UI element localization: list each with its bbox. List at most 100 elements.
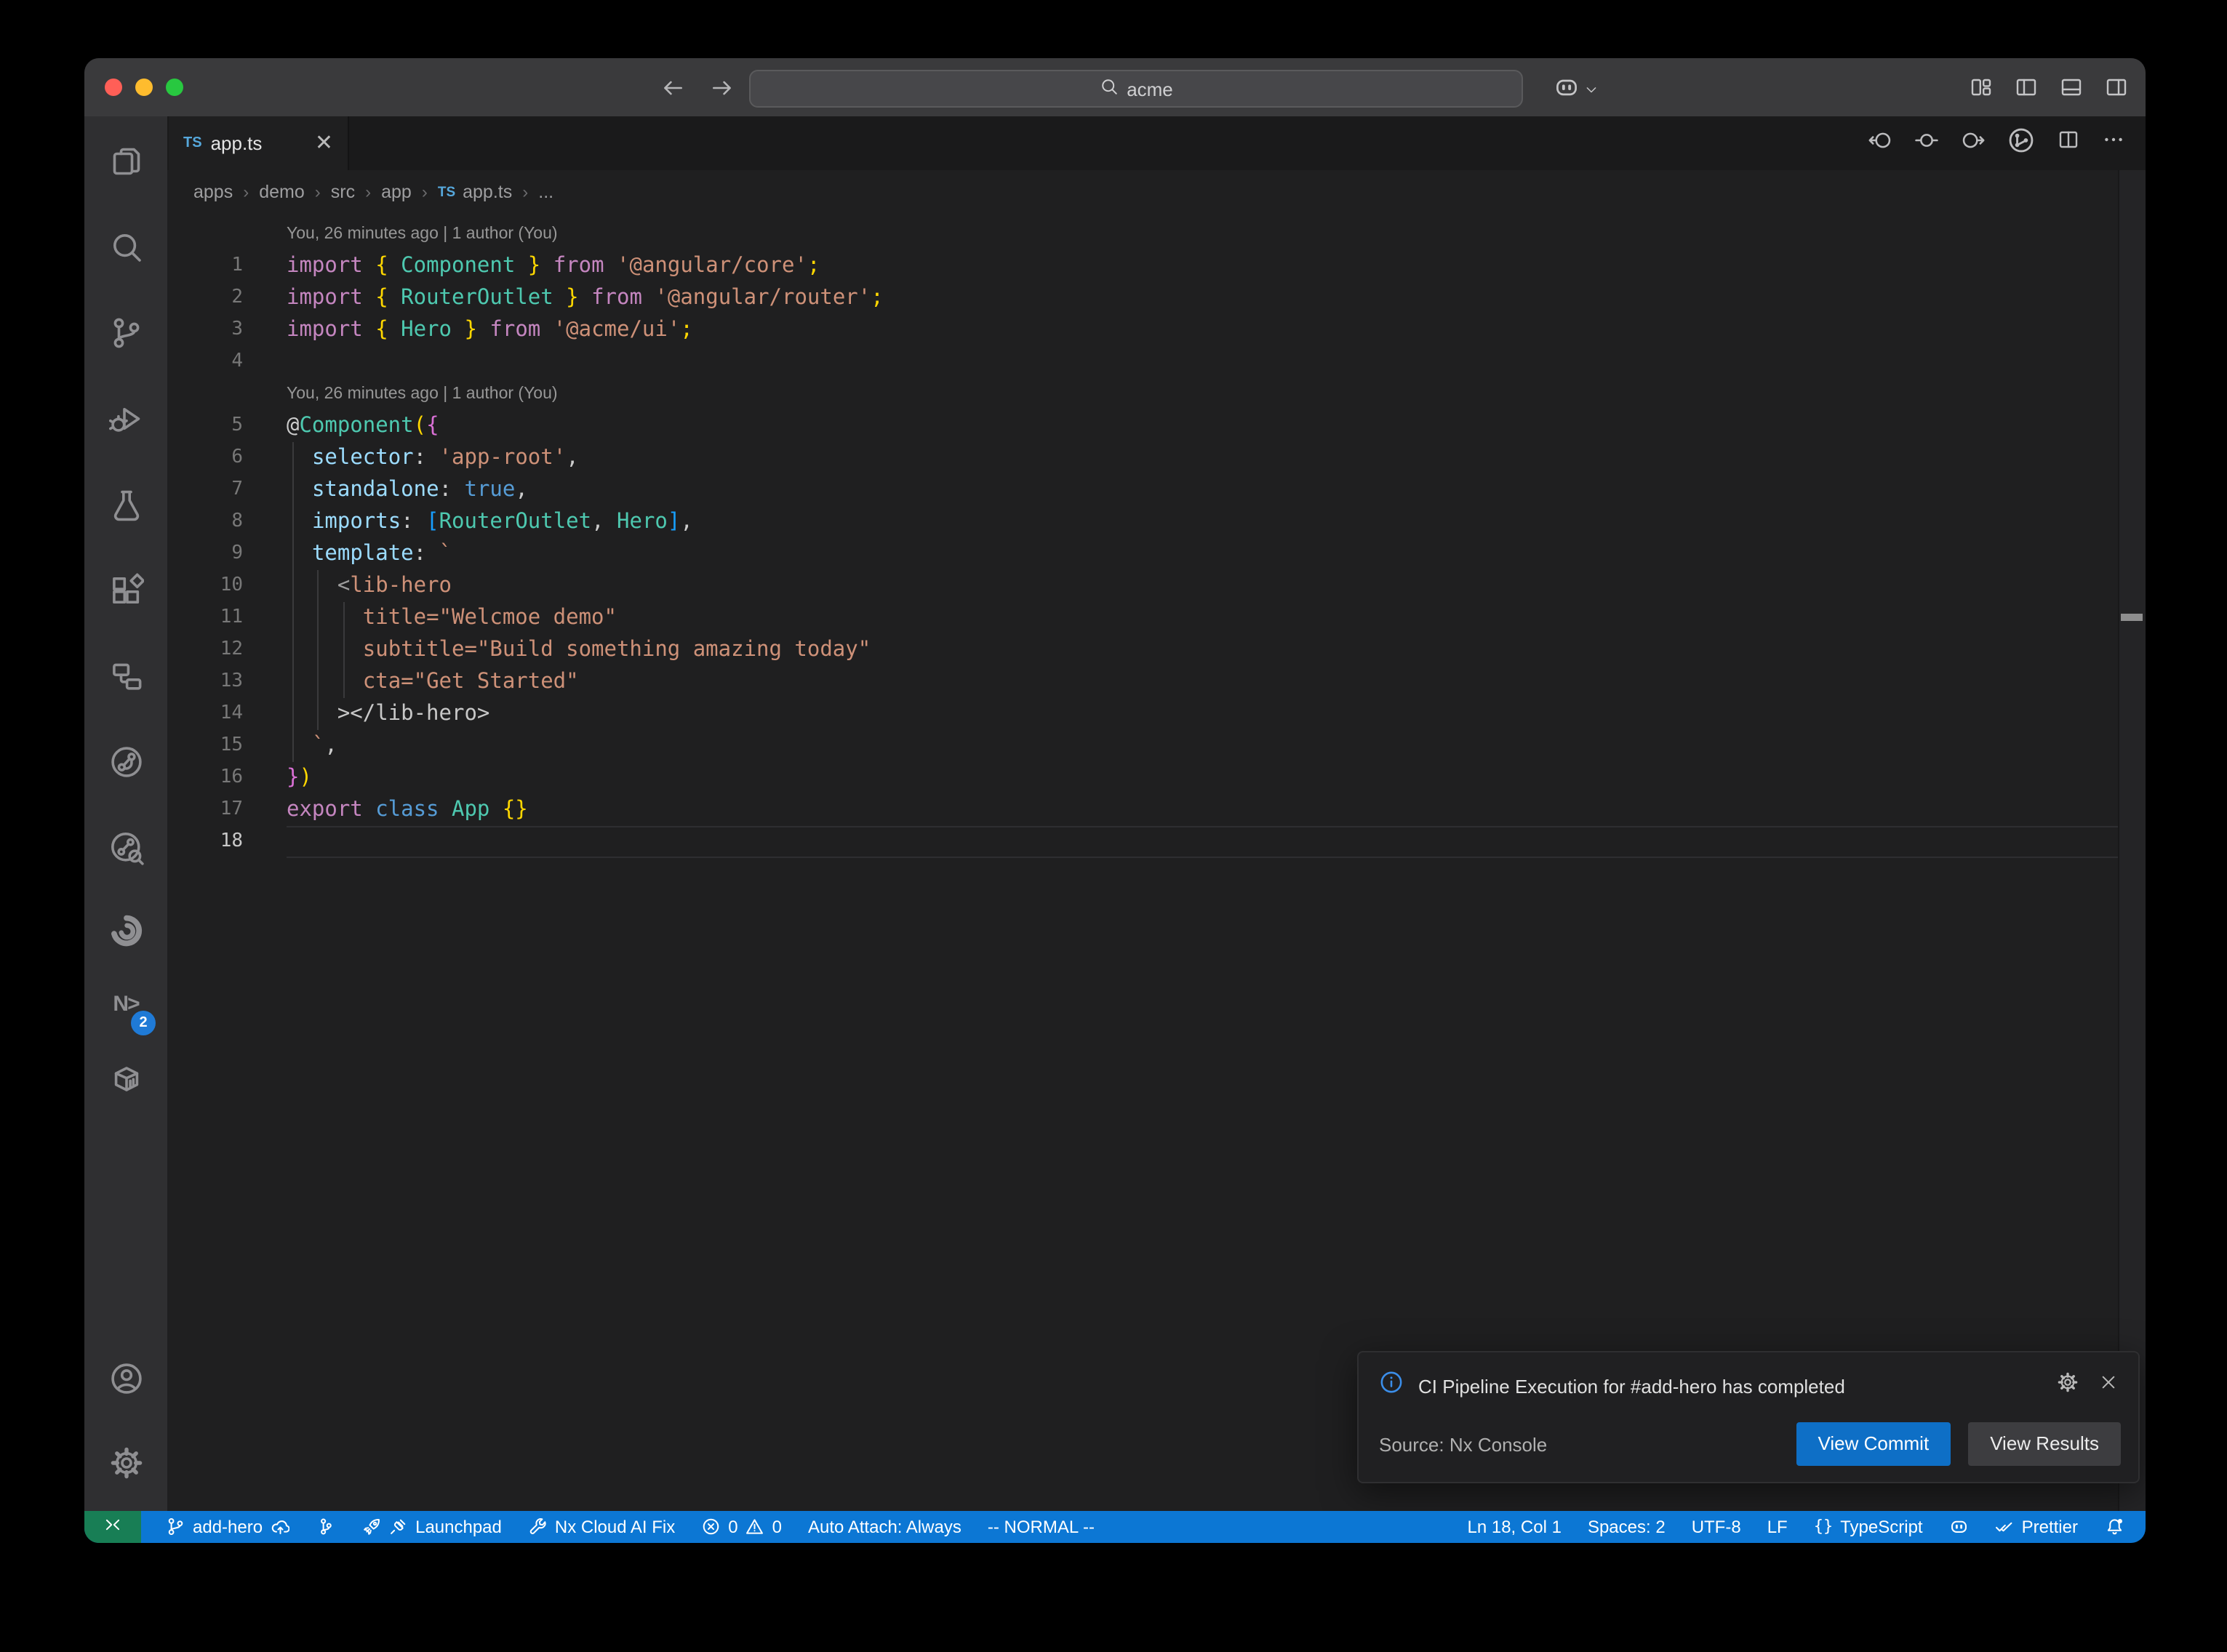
zoom-window-button[interactable]: [166, 79, 183, 96]
code-text[interactable]: cta="Get Started": [287, 666, 2119, 698]
code-text[interactable]: <lib-hero: [287, 570, 2119, 602]
toggle-sidebar-button[interactable]: [2015, 76, 2038, 106]
breadcrumb-item-demo[interactable]: demo: [259, 182, 305, 202]
activity-item-swirl[interactable]: [84, 896, 167, 966]
command-center-search[interactable]: acme: [749, 70, 1523, 108]
minimize-window-button[interactable]: [135, 79, 153, 96]
code-text[interactable]: imports: [RouterOutlet, Hero],: [287, 506, 2119, 538]
previous-change-button[interactable]: [1868, 127, 1892, 159]
toggle-secondary-sidebar-button[interactable]: [2105, 76, 2128, 106]
code-text[interactable]: import { Component } from '@angular/core…: [287, 250, 2119, 282]
activity-item-cube[interactable]: [84, 1044, 167, 1114]
statusbar-encoding[interactable]: UTF-8: [1679, 1511, 1754, 1543]
code-line-13[interactable]: 13 cta="Get Started": [167, 666, 2119, 698]
statusbar-branch[interactable]: add-hero: [153, 1511, 303, 1543]
activity-item-debug[interactable]: [84, 384, 167, 454]
activity-item-nx[interactable]: N>2: [84, 969, 167, 1038]
code-line-15[interactable]: 15 `,: [167, 730, 2119, 762]
activity-item-account[interactable]: [84, 1344, 167, 1414]
code-line-1[interactable]: 1import { Component } from '@angular/cor…: [167, 250, 2119, 282]
code-text[interactable]: standalone: true,: [287, 474, 2119, 506]
navigate-back-button[interactable]: [660, 76, 685, 108]
code-text[interactable]: subtitle="Build something amazing today": [287, 634, 2119, 666]
code-text[interactable]: [287, 346, 2119, 378]
statusbar-eol[interactable]: LF: [1754, 1511, 1801, 1543]
activity-item-beaker[interactable]: [84, 470, 167, 540]
statusbar-notifications[interactable]: [2091, 1511, 2137, 1543]
editor-content[interactable]: You, 26 minutes ago | 1 author (You)1imp…: [167, 218, 2119, 858]
code-text[interactable]: export class App {}: [287, 794, 2119, 826]
code-line-12[interactable]: 12 subtitle="Build something amazing tod…: [167, 634, 2119, 666]
code-line-4[interactable]: 4: [167, 346, 2119, 378]
code-text[interactable]: ></lib-hero>: [287, 698, 2119, 730]
remote-indicator[interactable]: [84, 1511, 141, 1543]
code-line-5[interactable]: 5@Component({: [167, 410, 2119, 442]
tab-app-ts[interactable]: TS app.ts ✕: [169, 116, 349, 170]
activity-item-files[interactable]: [84, 127, 167, 196]
statusbar-auto-attach[interactable]: Auto Attach: Always: [795, 1511, 975, 1543]
view-commit-button[interactable]: View Commit: [1796, 1422, 1951, 1466]
git-blame-annotation[interactable]: You, 26 minutes ago | 1 author (You): [287, 218, 558, 250]
breadcrumb-item-src[interactable]: src: [331, 182, 355, 202]
breadcrumb-item-apps[interactable]: apps: [193, 182, 233, 202]
breadcrumb-item-app-ts[interactable]: TSapp.ts: [438, 182, 512, 202]
statusbar-launchpad[interactable]: Launchpad: [348, 1511, 515, 1543]
code-line-7[interactable]: 7 standalone: true,: [167, 474, 2119, 506]
code-line-14[interactable]: 14 ></lib-hero>: [167, 698, 2119, 730]
view-results-button[interactable]: View Results: [1968, 1422, 2121, 1466]
code-text[interactable]: [287, 826, 2119, 858]
activity-item-circle-branch-search[interactable]: [84, 813, 167, 883]
code-text[interactable]: }): [287, 762, 2119, 794]
current-change-button[interactable]: [1914, 127, 1939, 159]
statusbar-vim-mode[interactable]: -- NORMAL --: [975, 1511, 1108, 1543]
close-tab-icon[interactable]: ✕: [315, 132, 333, 154]
statusbar-commit-graph[interactable]: [303, 1511, 348, 1543]
statusbar-problems[interactable]: 00: [688, 1511, 795, 1543]
close-window-button[interactable]: [105, 79, 122, 96]
line-number: 12: [167, 634, 287, 666]
code-line-3[interactable]: 3import { Hero } from '@acme/ui';: [167, 314, 2119, 346]
code-line-2[interactable]: 2import { RouterOutlet } from '@angular/…: [167, 282, 2119, 314]
statusbar-prettier[interactable]: Prettier: [1982, 1511, 2091, 1543]
code-line-11[interactable]: 11 title="Welcmoe demo": [167, 602, 2119, 634]
code-text[interactable]: `,: [287, 730, 2119, 762]
breadcrumb-item-app[interactable]: app: [381, 182, 412, 202]
code-line-18[interactable]: 18: [167, 826, 2119, 858]
activity-item-extensions[interactable]: [84, 556, 167, 625]
gitlens-graph-button[interactable]: [2007, 126, 2035, 161]
code-line-10[interactable]: 10 <lib-hero: [167, 570, 2119, 602]
toggle-panel-button[interactable]: [2060, 76, 2083, 106]
activity-item-gear[interactable]: [84, 1428, 167, 1498]
notification-settings-icon[interactable]: [2057, 1371, 2079, 1400]
statusbar-indentation[interactable]: Spaces: 2: [1575, 1511, 1679, 1543]
code-line-17[interactable]: 17export class App {}: [167, 794, 2119, 826]
code-text[interactable]: @Component({: [287, 410, 2119, 442]
statusbar-nx-cloud-ai-fix[interactable]: Nx Cloud AI Fix: [515, 1511, 688, 1543]
activity-item-linked-boxes[interactable]: [84, 641, 167, 711]
notification-close-icon[interactable]: [2099, 1373, 2118, 1399]
code-text[interactable]: import { Hero } from '@acme/ui';: [287, 314, 2119, 346]
activity-item-search[interactable]: [84, 212, 167, 282]
statusbar-language[interactable]: {}TypeScript: [1801, 1511, 1936, 1543]
code-text[interactable]: template: `: [287, 538, 2119, 570]
next-change-button[interactable]: [1961, 127, 1986, 159]
overview-ruler[interactable]: [2118, 170, 2146, 1511]
code-line-9[interactable]: 9 template: `: [167, 538, 2119, 570]
code-text[interactable]: import { RouterOutlet } from '@angular/r…: [287, 282, 2119, 314]
statusbar-copilot[interactable]: [1936, 1511, 1982, 1543]
code-line-8[interactable]: 8 imports: [RouterOutlet, Hero],: [167, 506, 2119, 538]
more-actions-button[interactable]: [2102, 128, 2125, 159]
git-blame-annotation[interactable]: You, 26 minutes ago | 1 author (You): [287, 378, 558, 410]
navigate-forward-button[interactable]: [710, 76, 735, 108]
statusbar-cursor-position[interactable]: Ln 18, Col 1: [1455, 1511, 1575, 1543]
copilot-menu-button[interactable]: [1554, 74, 1599, 108]
code-line-16[interactable]: 16}): [167, 762, 2119, 794]
code-line-6[interactable]: 6 selector: 'app-root',: [167, 442, 2119, 474]
activity-item-git-branch[interactable]: [84, 298, 167, 368]
code-text[interactable]: selector: 'app-root',: [287, 442, 2119, 474]
split-editor-button[interactable]: [2057, 128, 2080, 159]
activity-item-circle-branch[interactable]: [84, 727, 167, 797]
breadcrumb-item--[interactable]: ...: [538, 182, 553, 202]
code-text[interactable]: title="Welcmoe demo": [287, 602, 2119, 634]
customize-layout-button[interactable]: [1970, 76, 1993, 106]
